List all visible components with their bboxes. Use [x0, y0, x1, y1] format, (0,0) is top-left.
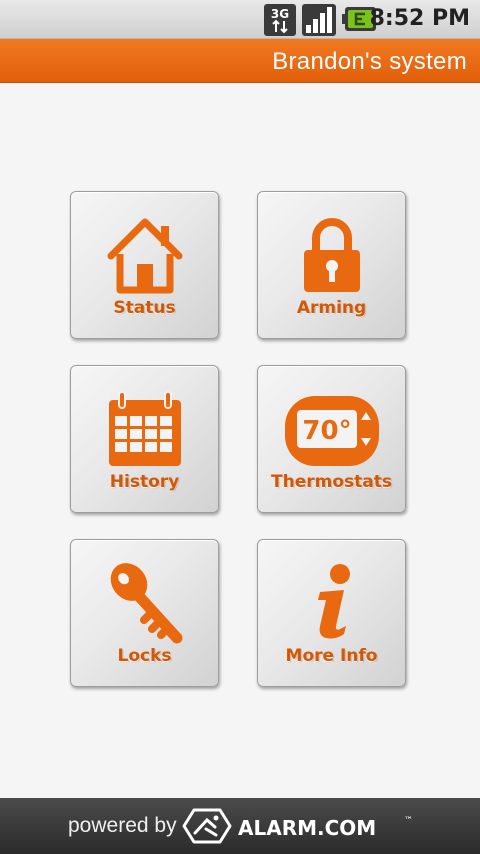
- tile-label: Status: [113, 298, 176, 318]
- svg-text:3G: 3G: [271, 7, 289, 21]
- svg-text:70°: 70°: [302, 416, 351, 446]
- key-icon: [110, 563, 182, 644]
- arming-tile[interactable]: Arming: [257, 191, 406, 339]
- alarm-com-logo: ALARM.COM ™: [182, 808, 413, 844]
- svg-text:™: ™: [404, 816, 413, 826]
- thermostat-icon: 70°: [284, 396, 379, 466]
- history-tile[interactable]: History: [70, 365, 219, 513]
- house-icon: [107, 218, 182, 294]
- tile-label: Arming: [296, 298, 367, 318]
- clock-time: 8:52 PM: [369, 6, 470, 31]
- powered-by-text: powered by: [68, 814, 177, 837]
- tile-label: Locks: [117, 646, 172, 666]
- padlock-icon: [303, 218, 360, 292]
- calendar-icon: [108, 391, 181, 466]
- thermostats-tile[interactable]: 70° Thermostats: [257, 365, 406, 513]
- info-icon: [317, 564, 350, 639]
- tile-label: Thermostats: [271, 472, 392, 492]
- status-tile[interactable]: Status: [70, 191, 219, 339]
- svg-text:ALARM.COM: ALARM.COM: [238, 816, 376, 840]
- locks-tile[interactable]: Locks: [70, 539, 219, 687]
- page-title: Brandon's system: [272, 48, 467, 75]
- signal-strength-icon: [302, 4, 336, 36]
- status-bar: 3G 8:52 PM: [0, 0, 480, 39]
- tile-label: More Info: [285, 646, 378, 666]
- 3g-data-icon: 3G: [264, 4, 296, 36]
- title-bar: Brandon's system: [0, 39, 480, 83]
- more-info-tile[interactable]: More Info: [257, 539, 406, 687]
- tile-label: History: [109, 472, 180, 492]
- footer-bar: powered by ALARM.COM ™: [0, 798, 480, 854]
